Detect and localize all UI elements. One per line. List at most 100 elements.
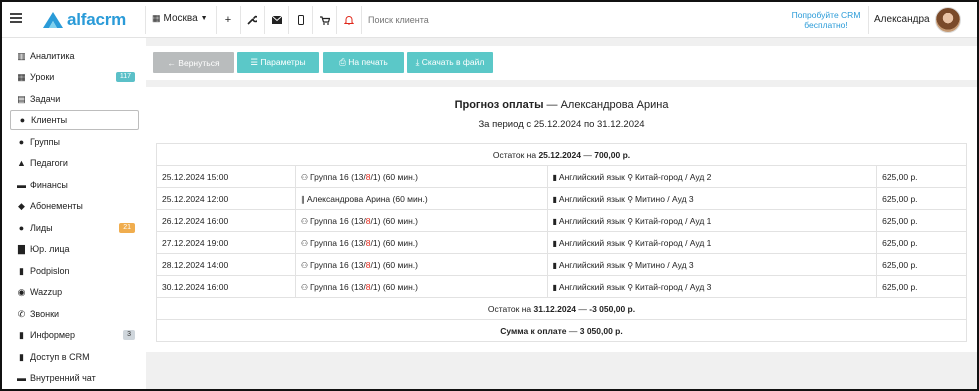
users-icon: ⚇ bbox=[300, 172, 308, 182]
building-icon: ▦ bbox=[152, 13, 161, 23]
opening-balance-label: Остаток на bbox=[492, 149, 539, 160]
lesson-date: 25.12.2024 12:00 bbox=[162, 193, 229, 204]
parameters-button[interactable]: ☰ Параметры bbox=[237, 52, 319, 73]
sidebar-item[interactable]: ● Группы bbox=[10, 132, 139, 152]
briefcase-icon: ▇ bbox=[18, 243, 25, 254]
lesson-row: 25.12.2024 12:00 ∥ Александрова Арина (60 … bbox=[156, 187, 967, 210]
lesson-group-cell[interactable]: ⚇ Группа 16 (13/8/1) (60 мин.) bbox=[294, 209, 548, 232]
sidebar-item[interactable]: ✆ Звонки bbox=[10, 304, 139, 324]
sidebar-item[interactable]: ◆ Абонементы bbox=[10, 196, 139, 216]
sidebar-item[interactable]: ▮ Доступ в CRM bbox=[10, 347, 139, 367]
user-name[interactable]: Александра bbox=[874, 14, 930, 25]
logo[interactable]: alfacrm bbox=[42, 9, 126, 31]
sidebar-item[interactable]: ▬ Внутренний чат bbox=[10, 368, 139, 388]
logo-text: alfacrm bbox=[67, 10, 127, 29]
sidebar-item[interactable]: ▤ Задачи bbox=[10, 89, 139, 109]
sidebar-item[interactable]: ▇ Юр. лица bbox=[10, 239, 139, 259]
map-marker-icon: ⚲ bbox=[627, 238, 634, 248]
book-icon: ▮ bbox=[552, 172, 557, 182]
avatar[interactable] bbox=[935, 7, 961, 33]
lesson-location: Китай-город / Ауд 2 bbox=[635, 171, 712, 182]
back-button[interactable]: ← Вернуться bbox=[153, 52, 234, 73]
menu-icon[interactable] bbox=[10, 13, 22, 23]
trial-promo-link[interactable]: Попробуйте CRM бесплатно! bbox=[790, 10, 862, 30]
logo-mark-icon bbox=[43, 12, 63, 28]
sidebar-item[interactable]: ▲ Педагоги bbox=[10, 153, 139, 173]
report-title: Прогноз оплаты — Александрова Арина bbox=[146, 99, 977, 111]
total-due-dash: — bbox=[566, 325, 580, 336]
group-count-total: 13 bbox=[353, 215, 364, 226]
group-count-red: 8 bbox=[365, 259, 371, 270]
report-title-bold: Прогноз оплаты bbox=[454, 99, 544, 111]
sidebar-item[interactable]: ◉ Wazzup bbox=[10, 282, 139, 302]
lesson-group-cell[interactable]: ⚇ Группа 16 (13/8/1) (60 мин.) bbox=[294, 253, 548, 276]
lesson-duration: ) (60 мин.) bbox=[377, 237, 418, 248]
lesson-group-cell[interactable]: ⚇ Группа 16 (13/8/1) (60 мин.) bbox=[294, 165, 548, 188]
app-window: alfacrm ▦ Москва ▼ + Попробуй bbox=[0, 0, 979, 391]
closing-balance-date: 31.12.2024 bbox=[533, 303, 577, 314]
lesson-location: Китай-город / Ауд 1 bbox=[635, 215, 712, 226]
divider bbox=[145, 6, 146, 34]
lesson-row: 27.12.2024 19:00 ⚇ Группа 16 (13/8/1) (60 … bbox=[156, 231, 967, 254]
cart-icon[interactable] bbox=[318, 13, 332, 27]
group-name: Группа 16 ( bbox=[310, 281, 354, 292]
sidebar-item-label: Wazzup bbox=[30, 287, 63, 297]
sidebar-item[interactable]: ▬ Финансы bbox=[10, 175, 139, 195]
book-icon: ▮ bbox=[552, 238, 557, 248]
lesson-location: Митино / Ауд 3 bbox=[635, 193, 694, 204]
sidebar-item[interactable]: ▥ Аналитика bbox=[10, 46, 139, 66]
sidebar-item[interactable]: ● Клиенты bbox=[10, 110, 139, 130]
group-name: Группа 16 ( bbox=[310, 215, 354, 226]
lesson-subject-cell: ▮ Английский язык ⚲ Китай-город / Ауд 3 bbox=[546, 275, 878, 298]
sidebar-item[interactable]: ▮ Информер 3 bbox=[10, 325, 139, 345]
mobile-icon[interactable] bbox=[294, 13, 308, 27]
search-input[interactable] bbox=[368, 13, 628, 27]
sidebar-item[interactable]: ▦ Уроки 117 bbox=[10, 67, 139, 87]
sidebar-item-label: Информер bbox=[30, 330, 76, 340]
plus-icon[interactable]: + bbox=[221, 13, 235, 27]
sidebar-item-label: Аналитика bbox=[30, 51, 75, 61]
count-badge: 21 bbox=[119, 223, 135, 233]
sidebar-item-label: Педагоги bbox=[30, 158, 68, 168]
opening-balance-amount: 700,00 р. bbox=[594, 149, 631, 160]
lesson-amount-cell: 625,00 р. bbox=[876, 253, 967, 276]
sidebar: ▥ Аналитика ▦ Уроки 117 ▤ Задачи ● Клиенты ● Групп… bbox=[2, 38, 146, 389]
branch-selector[interactable]: ▦ Москва ▼ bbox=[152, 13, 208, 24]
divider bbox=[288, 6, 289, 34]
opening-balance-cell: Остаток на 25.12.2024 — 700,00 р. bbox=[156, 143, 967, 166]
map-marker-icon: ⚲ bbox=[627, 260, 634, 270]
payment-forecast-table: Остаток на 25.12.2024 — 700,00 р. 25.12.… bbox=[156, 143, 967, 342]
lesson-amount-cell: 625,00 р. bbox=[876, 187, 967, 210]
users-icon: ⚇ bbox=[300, 216, 308, 226]
print-button[interactable]: ⎙ На печать bbox=[323, 52, 404, 73]
wrench-icon[interactable] bbox=[245, 13, 259, 27]
total-due-row: Сумма к оплате — 3 050,00 р. bbox=[156, 319, 967, 342]
book-icon: ▮ bbox=[552, 260, 557, 270]
sidebar-item-label: Клиенты bbox=[31, 115, 68, 125]
lesson-date: 28.12.2024 14:00 bbox=[162, 259, 229, 270]
download-file-button[interactable]: ⤓ Скачать в файл bbox=[407, 52, 493, 73]
lesson-subject: Английский язык bbox=[558, 215, 625, 226]
envelope-icon[interactable] bbox=[270, 13, 284, 27]
lesson-group-cell[interactable]: ⚇ Группа 16 (13/8/1) (60 мин.) bbox=[294, 231, 548, 254]
divider bbox=[312, 6, 313, 34]
lesson-group-cell[interactable]: ∥ Александрова Арина (60 мин.) bbox=[294, 187, 548, 210]
lesson-location: Китай-город / Ауд 3 bbox=[635, 281, 712, 292]
lesson-location: Китай-город / Ауд 1 bbox=[635, 237, 712, 248]
bell-icon[interactable] bbox=[342, 13, 356, 27]
sidebar-item-label: Юр. лица bbox=[30, 244, 70, 254]
lesson-amount: 625,00 р. bbox=[882, 215, 918, 226]
sidebar-item-label: Внутренний чат bbox=[30, 373, 96, 383]
sidebar-item-label: Звонки bbox=[30, 309, 60, 319]
lesson-group-cell[interactable]: ⚇ Группа 16 (13/8/1) (60 мин.) bbox=[294, 275, 548, 298]
sidebar-item[interactable]: ● Лиды 21 bbox=[10, 218, 139, 238]
total-due-label: Сумма к оплате bbox=[500, 325, 567, 336]
lesson-amount: 625,00 р. bbox=[882, 259, 918, 270]
lesson-subject-cell: ▮ Английский язык ⚲ Митино / Ауд 3 bbox=[546, 253, 878, 276]
sidebar-item[interactable]: ▮ Podpislon bbox=[10, 261, 139, 281]
lesson-subject-cell: ▮ Английский язык ⚲ Китай-город / Ауд 1 bbox=[546, 209, 878, 232]
sidebar-item-label: Задачи bbox=[30, 94, 61, 104]
lesson-date-cell: 25.12.2024 15:00 bbox=[156, 165, 296, 188]
branch-label: Москва bbox=[163, 13, 198, 24]
group-count-red: 8 bbox=[365, 281, 371, 292]
